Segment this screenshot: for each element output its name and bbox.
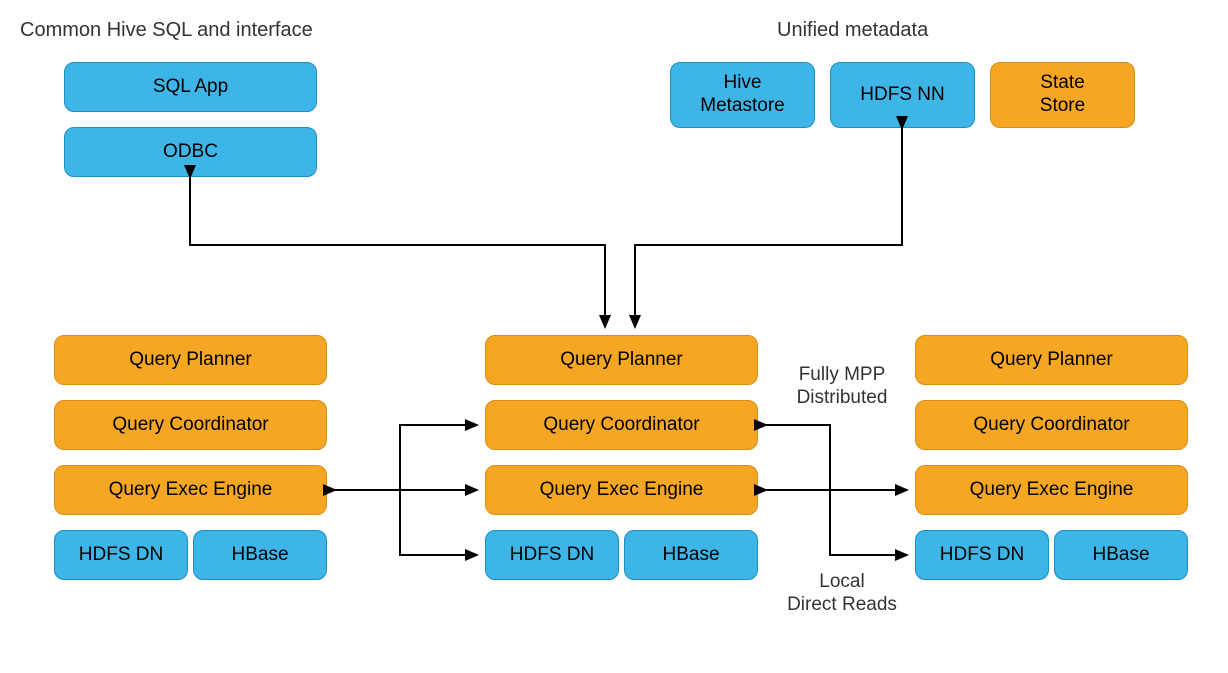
- node2-hdfs-dn: HDFS DN: [485, 530, 619, 580]
- node1-coord: Query Coordinator: [54, 400, 327, 450]
- node3-planner: Query Planner: [915, 335, 1188, 385]
- annotation-fully-mpp: Fully MPP Distributed: [782, 364, 902, 410]
- heading-unified-metadata: Unified metadata: [777, 19, 928, 42]
- node1-planner: Query Planner: [54, 335, 327, 385]
- box-hive-metastore: Hive Metastore: [670, 62, 815, 128]
- box-odbc: ODBC: [64, 127, 317, 177]
- node2-hbase: HBase: [624, 530, 758, 580]
- box-sql-app: SQL App: [64, 62, 317, 112]
- box-hdfs-nn: HDFS NN: [830, 62, 975, 128]
- heading-common-hive: Common Hive SQL and interface: [20, 19, 313, 42]
- node1-exec: Query Exec Engine: [54, 465, 327, 515]
- node1-hdfs-dn: HDFS DN: [54, 530, 188, 580]
- node3-hdfs-dn: HDFS DN: [915, 530, 1049, 580]
- node1-hbase: HBase: [193, 530, 327, 580]
- box-state-store: State Store: [990, 62, 1135, 128]
- node2-exec: Query Exec Engine: [485, 465, 758, 515]
- annotation-local-direct-reads: Local Direct Reads: [782, 571, 902, 617]
- node2-planner: Query Planner: [485, 335, 758, 385]
- node2-coord: Query Coordinator: [485, 400, 758, 450]
- node3-exec: Query Exec Engine: [915, 465, 1188, 515]
- node3-hbase: HBase: [1054, 530, 1188, 580]
- node3-coord: Query Coordinator: [915, 400, 1188, 450]
